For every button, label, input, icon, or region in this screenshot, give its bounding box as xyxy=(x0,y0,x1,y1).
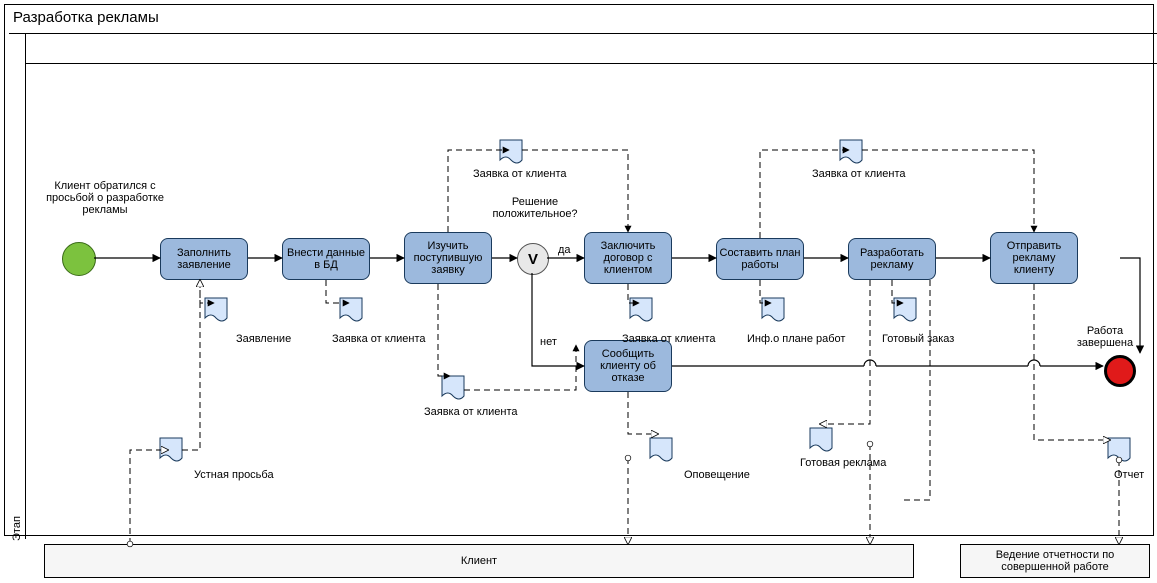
pool-title: Разработка рекламы xyxy=(13,9,159,26)
start-event xyxy=(62,242,96,276)
gateway-mark: V xyxy=(528,251,538,268)
task-label: Заключить договор с клиентом xyxy=(587,240,669,276)
task-send-ad: Отправить рекламу клиенту xyxy=(990,232,1078,284)
flow-yes-label: да xyxy=(558,244,571,256)
doc-label-notification: Оповещение xyxy=(684,469,750,481)
task-develop-ad: Разработать рекламу xyxy=(848,238,936,280)
task-review-request: Изучить поступившую заявку xyxy=(404,232,492,284)
doc-label-request-3: Заявка от клиента xyxy=(473,168,566,180)
doc-label-request-4: Заявка от клиента xyxy=(622,333,715,345)
start-event-label: Клиент обратился с просьбой о разработке… xyxy=(40,180,170,216)
task-label: Разработать рекламу xyxy=(851,247,933,271)
doc-label-application: Заявление xyxy=(236,333,291,345)
task-inform-refusal: Сообщить клиенту об отказе xyxy=(584,340,672,392)
lane-divider-top xyxy=(9,33,1157,34)
doc-label-request-5: Заявка от клиента xyxy=(812,168,905,180)
task-fill-application: Заполнить заявление xyxy=(160,238,248,280)
participant-label: Клиент xyxy=(461,555,497,567)
task-label: Отправить рекламу клиенту xyxy=(993,240,1075,276)
task-enter-db: Внести данные в БД xyxy=(282,238,370,280)
lane-label: Этап xyxy=(8,61,26,541)
task-plan-work: Составить план работы xyxy=(716,238,804,280)
gateway-decision: V xyxy=(517,243,549,275)
flow-no-label: нет xyxy=(540,336,557,348)
task-label: Изучить поступившую заявку xyxy=(407,240,489,276)
participant-label: Ведение отчетности по совершенной работе xyxy=(961,549,1149,573)
task-label: Внести данные в БД xyxy=(285,247,367,271)
doc-label-verbal-request: Устная просьба xyxy=(194,469,274,481)
task-label: Составить план работы xyxy=(719,247,801,271)
doc-label-ready-ad: Готовая реклама xyxy=(800,457,886,469)
task-label: Заполнить заявление xyxy=(163,247,245,271)
lane-divider-header xyxy=(25,63,1157,64)
doc-label-ready-order: Готовый заказ xyxy=(882,333,954,345)
end-event-label: Работа завершена xyxy=(1065,325,1145,349)
end-event xyxy=(1104,355,1136,387)
participant-reporting: Ведение отчетности по совершенной работе xyxy=(960,544,1150,578)
participant-client: Клиент xyxy=(44,544,914,578)
gateway-label: Решение положительное? xyxy=(480,196,590,220)
doc-label-report: Отчет xyxy=(1114,469,1144,481)
doc-label-request-2: Заявка от клиента xyxy=(424,406,517,418)
task-label: Сообщить клиенту об отказе xyxy=(587,348,669,384)
task-sign-contract: Заключить договор с клиентом xyxy=(584,232,672,284)
doc-label-plan-info: Инф.о плане работ xyxy=(747,333,845,345)
doc-label-request-1: Заявка от клиента xyxy=(332,333,425,345)
